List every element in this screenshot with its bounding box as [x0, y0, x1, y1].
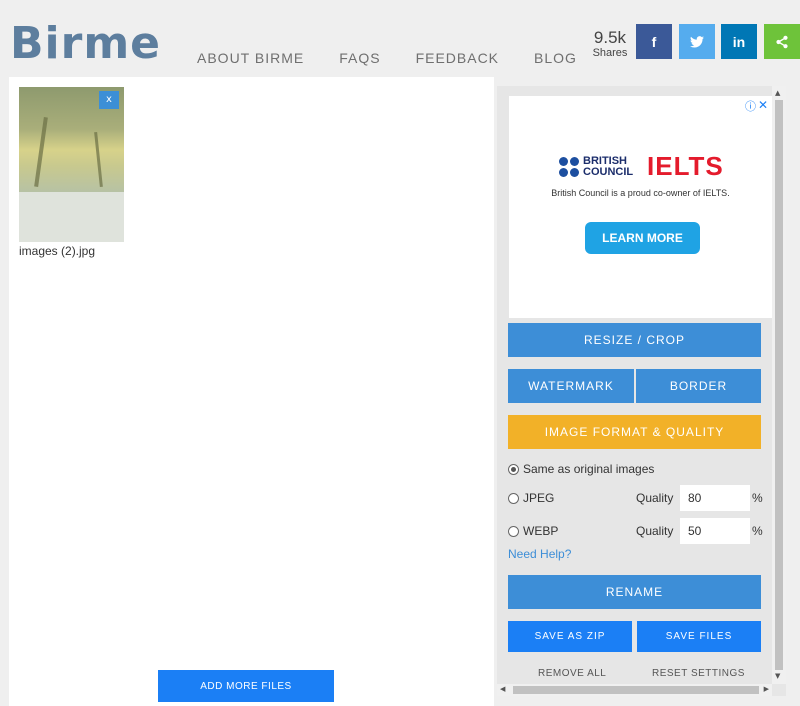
rename-button[interactable]: RENAME: [508, 575, 761, 609]
facebook-share-button[interactable]: f: [636, 24, 672, 59]
share-icon: [776, 35, 788, 48]
ad-tagline: British Council is a proud co-owner of I…: [551, 188, 730, 198]
panel-vertical-scrollbar[interactable]: ▲ ▼: [772, 86, 786, 684]
reset-settings-link[interactable]: RESET SETTINGS: [652, 668, 745, 679]
radio-jpeg[interactable]: [508, 492, 519, 504]
watermark-button[interactable]: WATERMARK: [508, 369, 634, 403]
twitter-icon: [690, 35, 704, 48]
thumbnail-preview-fade: [19, 192, 124, 242]
scroll-left-icon[interactable]: ◀: [500, 685, 505, 693]
nav-blog[interactable]: BLOG: [534, 50, 577, 66]
webp-quality-unit: %: [752, 524, 763, 538]
ielts-logo: IELTS: [647, 151, 724, 181]
format-option-webp[interactable]: WEBP: [508, 524, 558, 538]
twitter-share-button[interactable]: [679, 24, 715, 59]
nav-feedback[interactable]: FEEDBACK: [416, 50, 499, 66]
format-option-label: Same as original images: [523, 462, 655, 476]
file-name: images (2).jpg: [19, 244, 96, 258]
add-more-files-button[interactable]: ADD MORE FILES: [158, 670, 334, 702]
radio-original[interactable]: [508, 463, 519, 475]
scroll-down-icon[interactable]: ▼: [775, 672, 780, 680]
facebook-icon: f: [651, 33, 657, 50]
horizontal-scroll-thumb[interactable]: [513, 686, 759, 694]
brand-line-2: COUNCIL: [583, 166, 634, 178]
format-option-label: JPEG: [523, 491, 555, 505]
share-counter: 9.5k Shares: [588, 28, 632, 59]
british-council-logo: BRITISH COUNCIL: [559, 156, 633, 178]
ad-close-icon[interactable]: ✕: [758, 98, 768, 112]
nav-faqs[interactable]: FAQS: [339, 50, 380, 66]
main-nav: ABOUT BIRME FAQS FEEDBACK BLOG: [197, 50, 612, 66]
resize-crop-button[interactable]: RESIZE / CROP: [508, 323, 761, 357]
scroll-up-icon[interactable]: ▲: [775, 89, 780, 97]
nav-about[interactable]: ABOUT BIRME: [197, 50, 304, 66]
save-files-button[interactable]: SAVE FILES: [637, 621, 761, 652]
need-help-link[interactable]: Need Help?: [508, 547, 571, 561]
remove-all-link[interactable]: REMOVE ALL: [538, 668, 606, 679]
linkedin-share-button[interactable]: in: [721, 24, 757, 59]
share-label: Shares: [592, 47, 628, 59]
advertisement[interactable]: ⓘ ✕ BRITISH COUNCIL IELTS British Counci…: [509, 96, 772, 318]
ad-info-icon[interactable]: ⓘ: [745, 98, 756, 114]
vertical-scroll-thumb[interactable]: [775, 100, 783, 670]
format-option-label: WEBP: [523, 524, 559, 538]
format-option-jpeg[interactable]: JPEG: [508, 491, 554, 505]
birme-logo[interactable]: Birme: [10, 18, 161, 70]
remove-file-button[interactable]: x: [99, 91, 119, 109]
webp-quality-label: Quality: [636, 524, 674, 538]
panel-horizontal-scrollbar[interactable]: ◀ ▶: [497, 684, 772, 696]
share-count: 9.5k: [593, 28, 627, 47]
border-button[interactable]: BORDER: [636, 369, 761, 403]
jpeg-quality-input[interactable]: [680, 485, 750, 511]
jpeg-quality-unit: %: [752, 491, 763, 505]
webp-quality-input[interactable]: [680, 518, 750, 544]
linkedin-icon: in: [732, 33, 746, 50]
radio-webp[interactable]: [508, 525, 519, 537]
file-thumbnail[interactable]: x: [19, 87, 124, 242]
share-button[interactable]: [764, 24, 800, 59]
image-format-quality-button[interactable]: IMAGE FORMAT & QUALITY: [508, 415, 761, 449]
learn-more-button[interactable]: LEARN MORE: [585, 222, 700, 254]
scroll-right-icon[interactable]: ▶: [764, 685, 769, 693]
british-council-dots-icon: [559, 157, 579, 177]
format-option-original[interactable]: Same as original images: [508, 462, 654, 476]
save-as-zip-button[interactable]: SAVE AS ZIP: [508, 621, 632, 652]
jpeg-quality-label: Quality: [636, 491, 674, 505]
